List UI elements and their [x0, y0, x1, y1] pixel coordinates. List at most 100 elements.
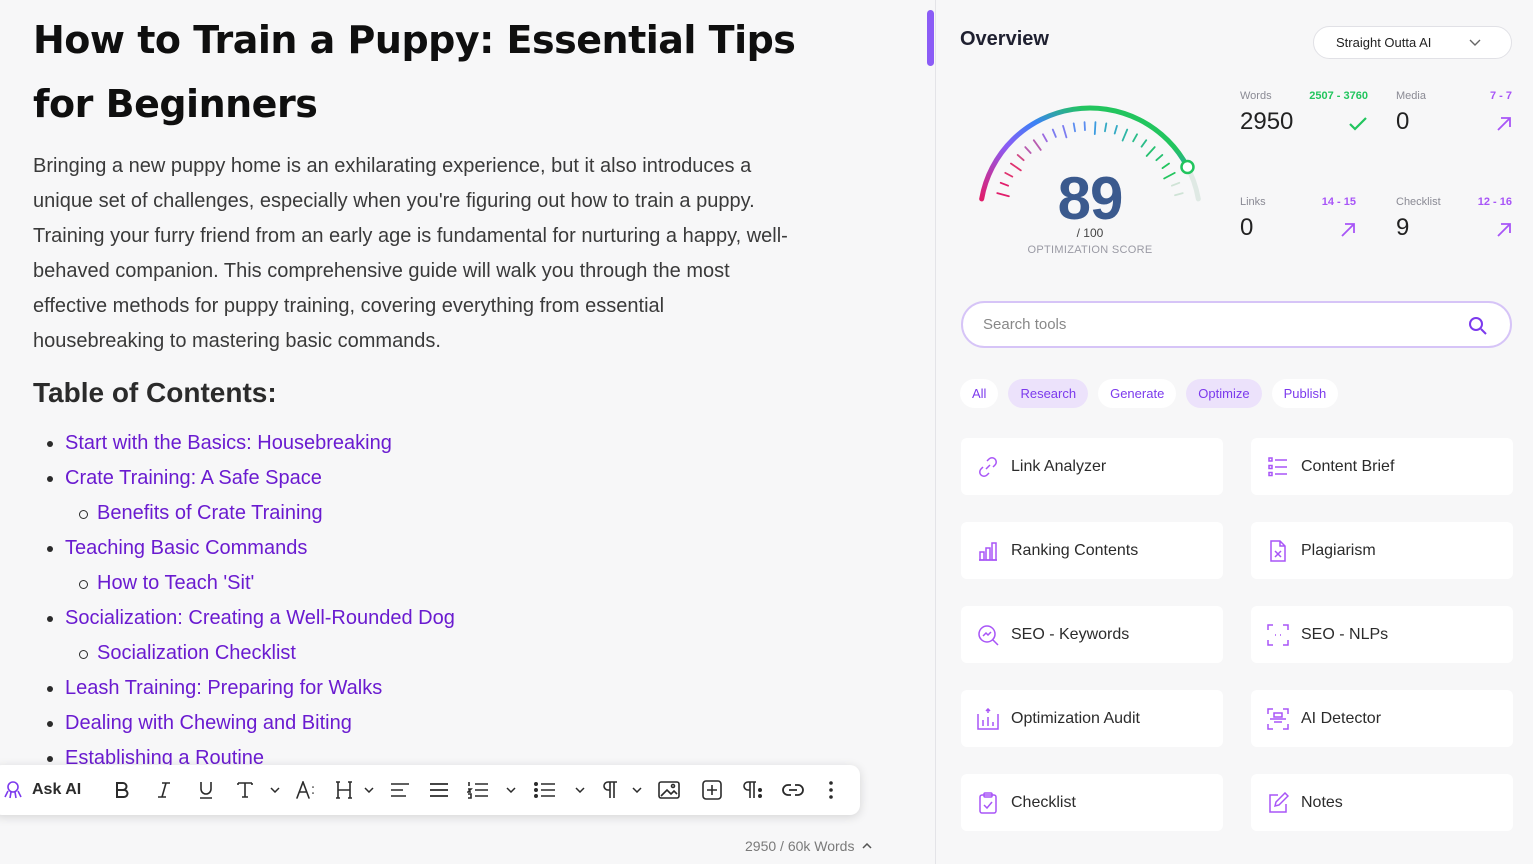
stat-name: Media — [1396, 90, 1426, 102]
toc-item: How to Teach 'Sit' — [33, 566, 455, 601]
stat-words: Words 2507 - 3760 2950 — [1240, 90, 1368, 150]
gauge-tick — [1062, 124, 1068, 139]
tool-label: Ranking Contents — [1011, 541, 1139, 559]
bullet-list-icon[interactable] — [523, 765, 567, 815]
toc-link[interactable]: Teaching Basic Commands — [65, 537, 307, 559]
tool-content-brief[interactable]: Content Brief — [1251, 438, 1513, 495]
tool-plagiarism[interactable]: Plagiarism — [1251, 522, 1513, 579]
intro-paragraph[interactable]: Bringing a new puppy home is an exhilara… — [33, 149, 793, 359]
tool-search — [961, 301, 1512, 348]
search-icon[interactable] — [1468, 316, 1488, 336]
stat-media: Media 7 - 7 0 — [1396, 90, 1512, 150]
link-icon[interactable] — [775, 765, 811, 815]
heading-icon[interactable] — [329, 765, 359, 815]
editor-scrollbar[interactable] — [927, 10, 934, 66]
more-icon[interactable] — [811, 765, 851, 815]
gauge-tick — [1121, 128, 1129, 142]
stat-links: Links 14 - 15 0 — [1240, 196, 1356, 256]
tool-seo-keywords[interactable]: SEO - Keywords — [961, 606, 1223, 663]
magnifier-chart-icon — [978, 624, 999, 646]
chevron-up-icon — [862, 843, 873, 849]
tool-checklist[interactable]: Checklist — [961, 774, 1223, 831]
toc-link[interactable]: How to Teach 'Sit' — [97, 572, 254, 594]
toc-item: Socialization: Creating a Well-Rounded D… — [33, 601, 455, 636]
toc-link[interactable]: Leash Training: Preparing for Walks — [65, 677, 382, 699]
tool-label: Content Brief — [1301, 457, 1395, 475]
mode-dropdown[interactable]: Straight Outta AI — [1313, 26, 1512, 59]
font-size-icon[interactable] — [285, 765, 329, 815]
tool-label: SEO - NLPs — [1301, 625, 1389, 643]
toc-link[interactable]: Start with the Basics: Housebreaking — [65, 432, 392, 454]
filter-chip-optimize[interactable]: Optimize — [1186, 379, 1262, 408]
bold-icon[interactable] — [101, 765, 143, 815]
gauge-tick — [1145, 146, 1156, 157]
filter-chip-generate[interactable]: Generate — [1098, 379, 1177, 408]
gauge-tick — [1093, 121, 1097, 136]
stat-checklist: Checklist 12 - 16 9 — [1396, 196, 1512, 256]
tool-link-analyzer[interactable]: Link Analyzer — [961, 438, 1223, 495]
toc-link[interactable]: Crate Training: A Safe Space — [65, 467, 322, 489]
octopus-icon[interactable] — [2, 765, 24, 815]
stat-name: Checklist — [1396, 196, 1441, 208]
show-formatting-icon[interactable] — [733, 765, 775, 815]
chevron-down-icon[interactable] — [627, 765, 647, 815]
stat-value: 2950 — [1240, 108, 1294, 135]
toc-link[interactable]: Socialization: Creating a Well-Rounded D… — [65, 607, 455, 629]
stat-name: Words — [1240, 90, 1272, 102]
stat-range: 7 - 7 — [1489, 90, 1512, 102]
gauge-tick — [1016, 154, 1025, 162]
toc-item: Start with the Basics: Housebreaking — [33, 426, 455, 461]
image-icon[interactable] — [647, 765, 691, 815]
tool-ranking-contents[interactable]: Ranking Contents — [961, 522, 1223, 579]
tool-optimization-audit[interactable]: Optimization Audit — [961, 690, 1223, 747]
ask-ai-button[interactable]: Ask AI — [32, 765, 81, 815]
word-count-label: 2950 / 60k Words — [745, 838, 855, 854]
filter-chip-publish[interactable]: Publish — [1271, 379, 1339, 408]
link-icon — [979, 456, 997, 477]
justify-icon[interactable] — [421, 765, 457, 815]
bar-chart-icon — [979, 541, 997, 561]
toc-link[interactable]: Dealing with Chewing and Biting — [65, 712, 352, 734]
gauge-tick — [1104, 122, 1108, 133]
stat-value: 0 — [1396, 108, 1410, 135]
score-label: OPTIMIZATION SCORE — [1027, 244, 1153, 256]
filter-chip-all[interactable]: All — [960, 379, 999, 408]
optimization-score-gauge: 89 / 100 OPTIMIZATION SCORE — [958, 96, 1222, 266]
arrow-up-right-icon[interactable] — [1496, 116, 1512, 132]
underline-icon[interactable] — [185, 765, 227, 815]
toc-link[interactable]: Benefits of Crate Training — [97, 502, 323, 524]
chevron-down-icon[interactable] — [567, 765, 593, 815]
check-icon — [1349, 117, 1367, 131]
ordered-list-icon[interactable] — [457, 765, 499, 815]
word-count[interactable]: 2950 / 60k Words — [745, 838, 873, 854]
document-title[interactable]: How to Train a Puppy: Essential Tips for… — [33, 8, 833, 136]
toc-heading[interactable]: Table of Contents: — [33, 373, 277, 413]
filter-chip-research[interactable]: Research — [1008, 379, 1089, 408]
scan-icon — [1267, 623, 1289, 646]
gauge-tick — [1072, 122, 1076, 133]
tool-ai-detector[interactable]: AI Detector — [1251, 690, 1513, 747]
paragraph-icon[interactable] — [593, 765, 627, 815]
toc-link[interactable]: Socialization Checklist — [97, 642, 296, 664]
toc-item: Crate Training: A Safe Space — [33, 461, 455, 496]
tool-notes[interactable]: Notes — [1251, 774, 1513, 831]
arrow-up-right-icon[interactable] — [1340, 222, 1356, 238]
tool-seo-nlps[interactable]: SEO - NLPs — [1251, 606, 1513, 663]
stat-range: 2507 - 3760 — [1309, 90, 1368, 102]
gauge-tick — [1051, 128, 1057, 138]
tool-label: Link Analyzer — [1011, 457, 1107, 475]
search-input[interactable] — [983, 316, 1453, 333]
tool-label: AI Detector — [1301, 709, 1382, 727]
chevron-down-icon[interactable] — [499, 765, 523, 815]
editor-pane: How to Train a Puppy: Essential Tips for… — [0, 0, 935, 864]
chevron-down-icon[interactable] — [265, 765, 285, 815]
toc-item: Teaching Basic Commands — [33, 531, 455, 566]
chevron-down-icon[interactable] — [359, 765, 379, 815]
align-left-icon[interactable] — [379, 765, 421, 815]
arrow-up-right-icon[interactable] — [1496, 222, 1512, 238]
italic-icon[interactable] — [143, 765, 185, 815]
text-style-icon[interactable] — [227, 765, 265, 815]
stat-range: 14 - 15 — [1321, 196, 1356, 208]
add-block-icon[interactable] — [691, 765, 733, 815]
table-of-contents: Start with the Basics: Housebreaking Crat… — [33, 426, 455, 776]
